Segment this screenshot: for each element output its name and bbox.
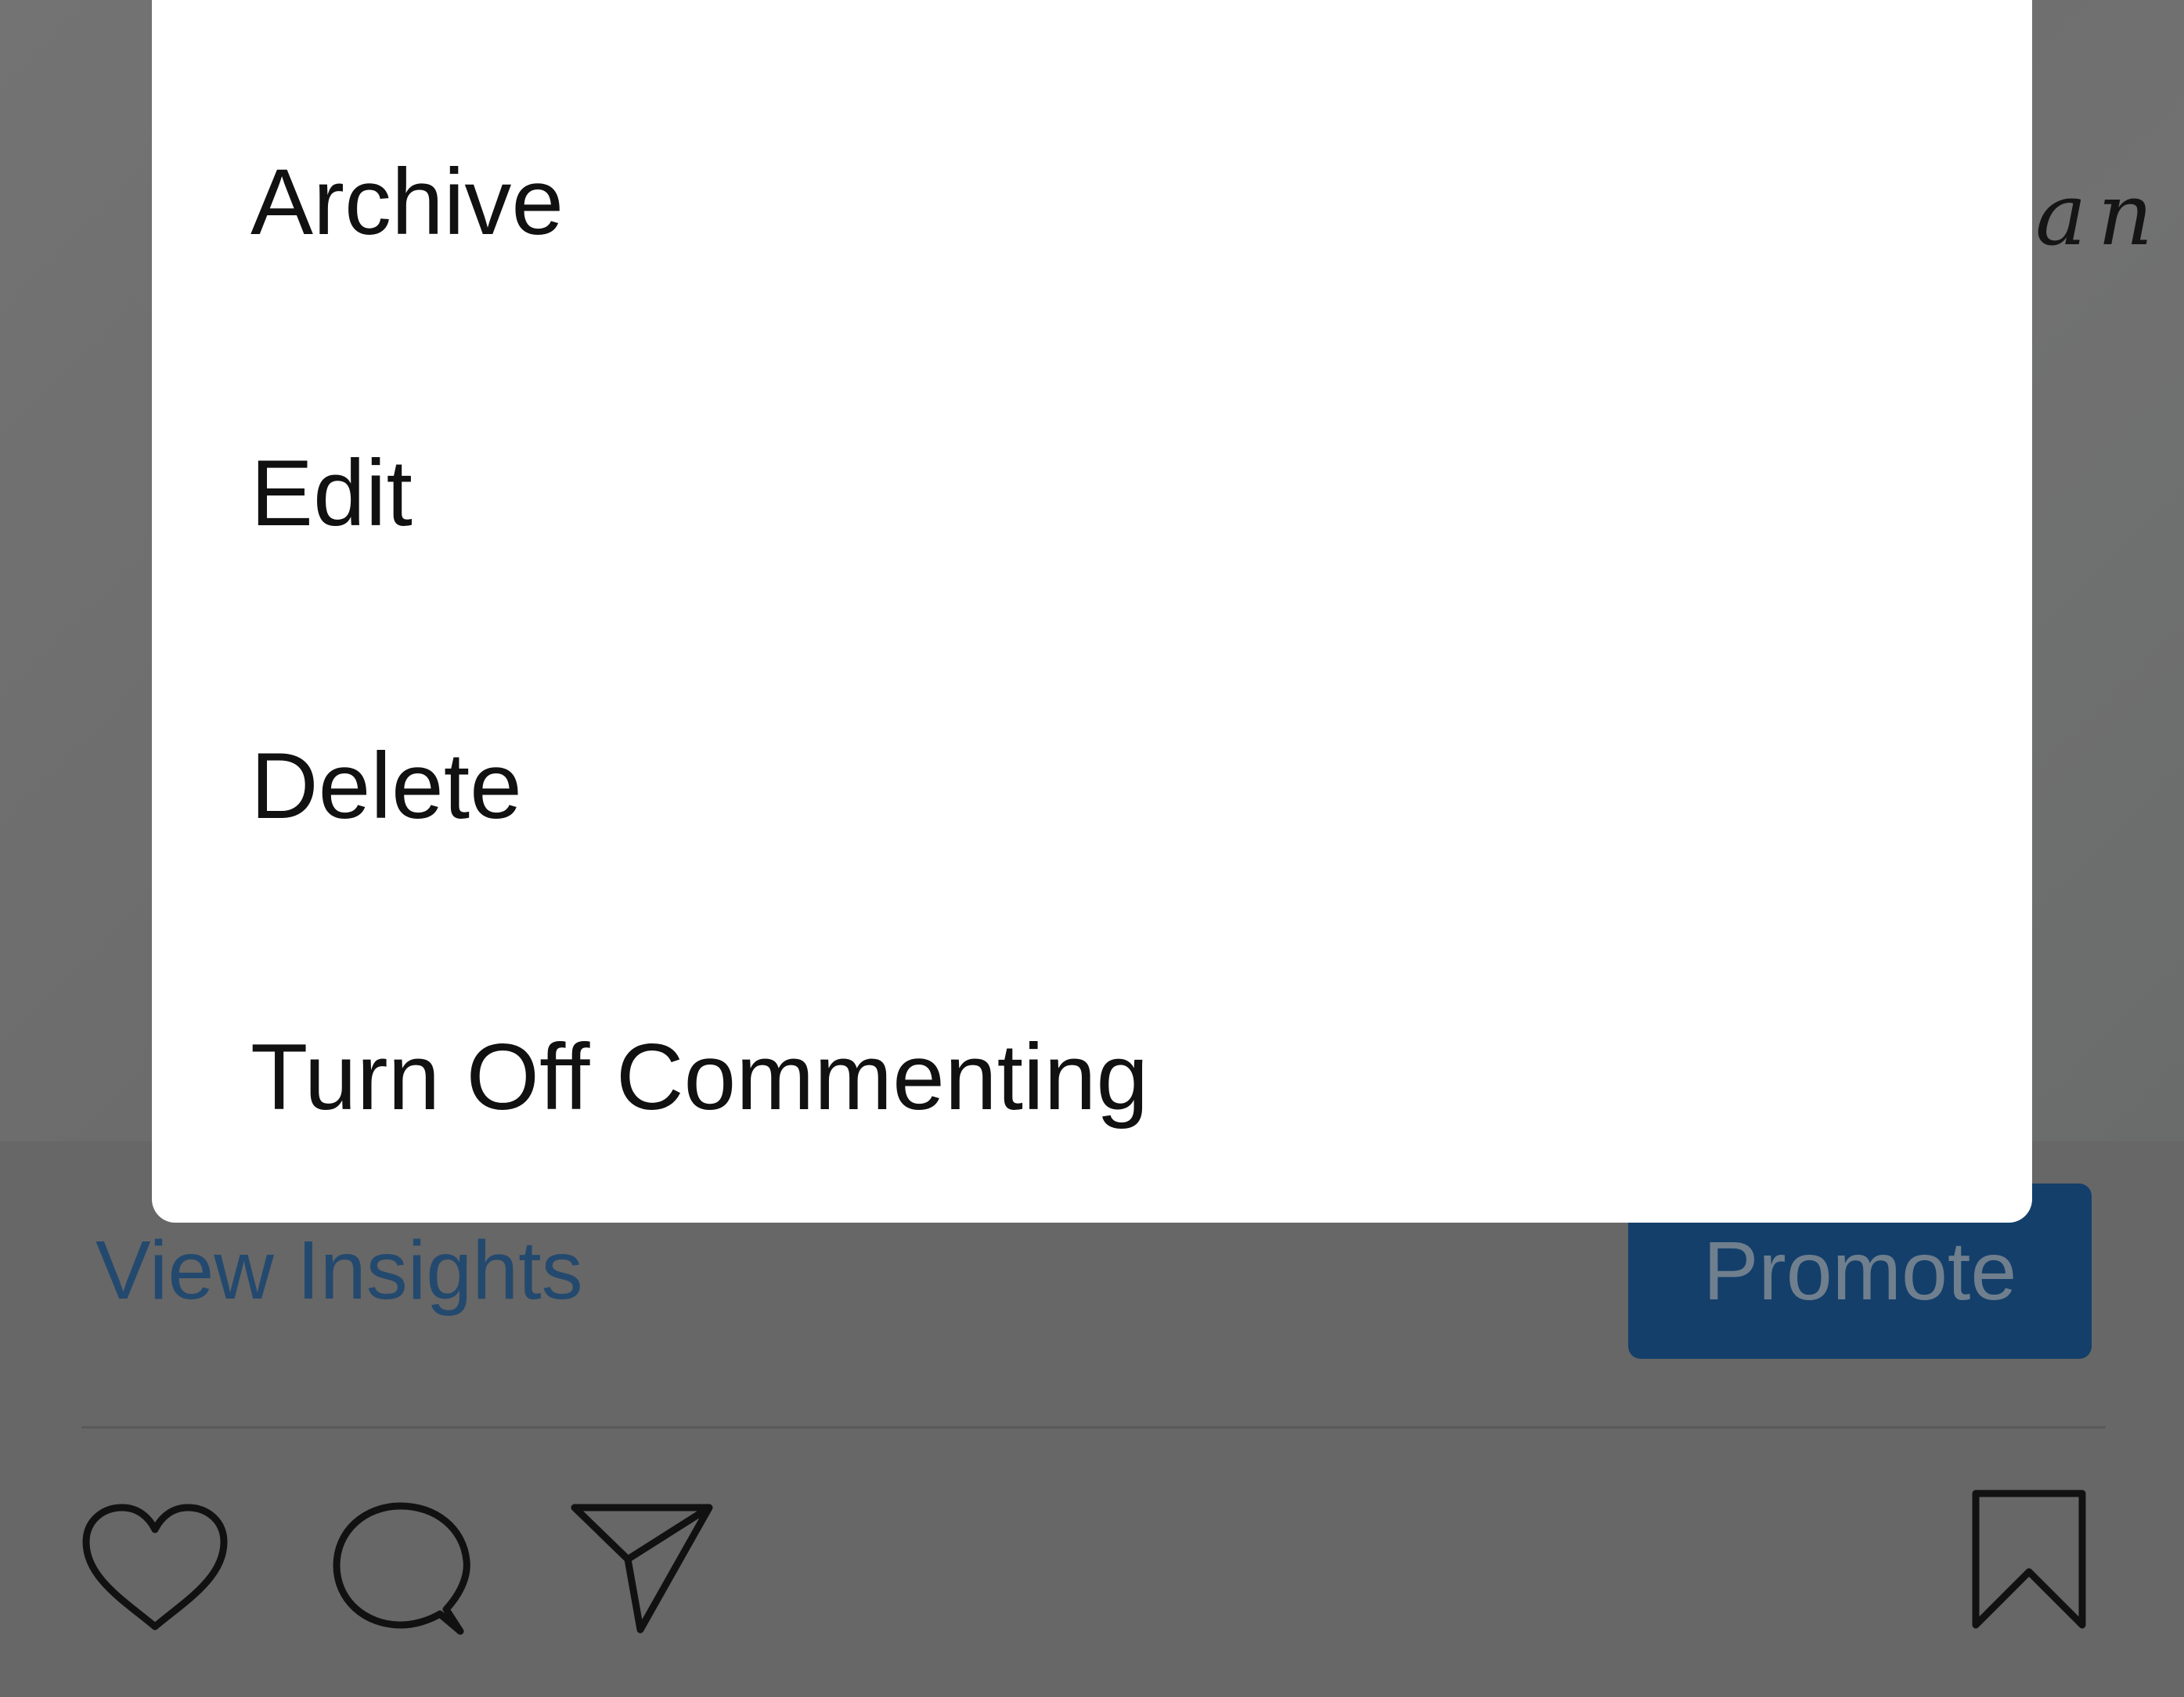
divider [81,1426,2106,1429]
menu-item-delete[interactable]: Delete [250,739,522,833]
menu-item-archive[interactable]: Archive [250,155,564,249]
comment-icon[interactable] [329,1500,473,1639]
post-options-dialog: Archive Edit Delete Turn Off Commenting [152,0,2032,1223]
menu-item-turn-off-commenting[interactable]: Turn Off Commenting [250,1030,1148,1124]
promote-button-label: Promote [1703,1224,2017,1317]
menu-item-edit[interactable]: Edit [250,446,413,540]
bookmark-icon[interactable] [1970,1487,2088,1633]
photo-script-text: an [2035,164,2164,265]
view-insights-link[interactable]: View Insights [96,1229,583,1312]
heart-icon[interactable] [78,1501,232,1634]
share-icon[interactable] [568,1500,715,1638]
